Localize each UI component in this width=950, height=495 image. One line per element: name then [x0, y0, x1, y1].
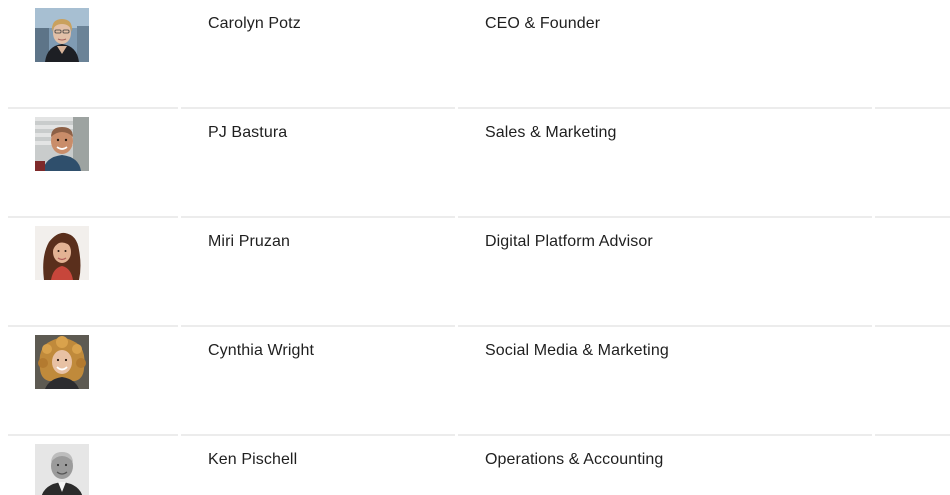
member-role: Digital Platform Advisor — [485, 233, 653, 250]
member-role: Sales & Marketing — [485, 124, 617, 141]
ken-pischell-photo — [35, 444, 89, 495]
table-row: Ken Pischell Operations & Accounting — [0, 436, 950, 495]
member-role: CEO & Founder — [485, 15, 601, 32]
pj-bastura-photo — [35, 117, 89, 171]
member-role: Social Media & Marketing — [485, 342, 669, 359]
member-role: Operations & Accounting — [485, 451, 664, 468]
table-row: PJ Bastura Sales & Marketing — [0, 109, 950, 218]
table-row: Carolyn Potz CEO & Founder — [0, 0, 950, 109]
cynthia-wright-photo — [35, 335, 89, 389]
team-table: Carolyn Potz CEO & Founder PJ Bastura Sa… — [0, 0, 950, 495]
member-name: PJ Bastura — [208, 124, 288, 141]
miri-pruzan-photo — [35, 226, 89, 280]
table-row: Miri Pruzan Digital Platform Advisor — [0, 218, 950, 327]
carolyn-potz-photo — [35, 8, 89, 62]
table-row: Cynthia Wright Social Media & Marketing — [0, 327, 950, 436]
member-name: Ken Pischell — [208, 451, 298, 468]
member-name: Cynthia Wright — [208, 342, 315, 359]
member-name: Carolyn Potz — [208, 15, 301, 32]
member-name: Miri Pruzan — [208, 233, 291, 250]
